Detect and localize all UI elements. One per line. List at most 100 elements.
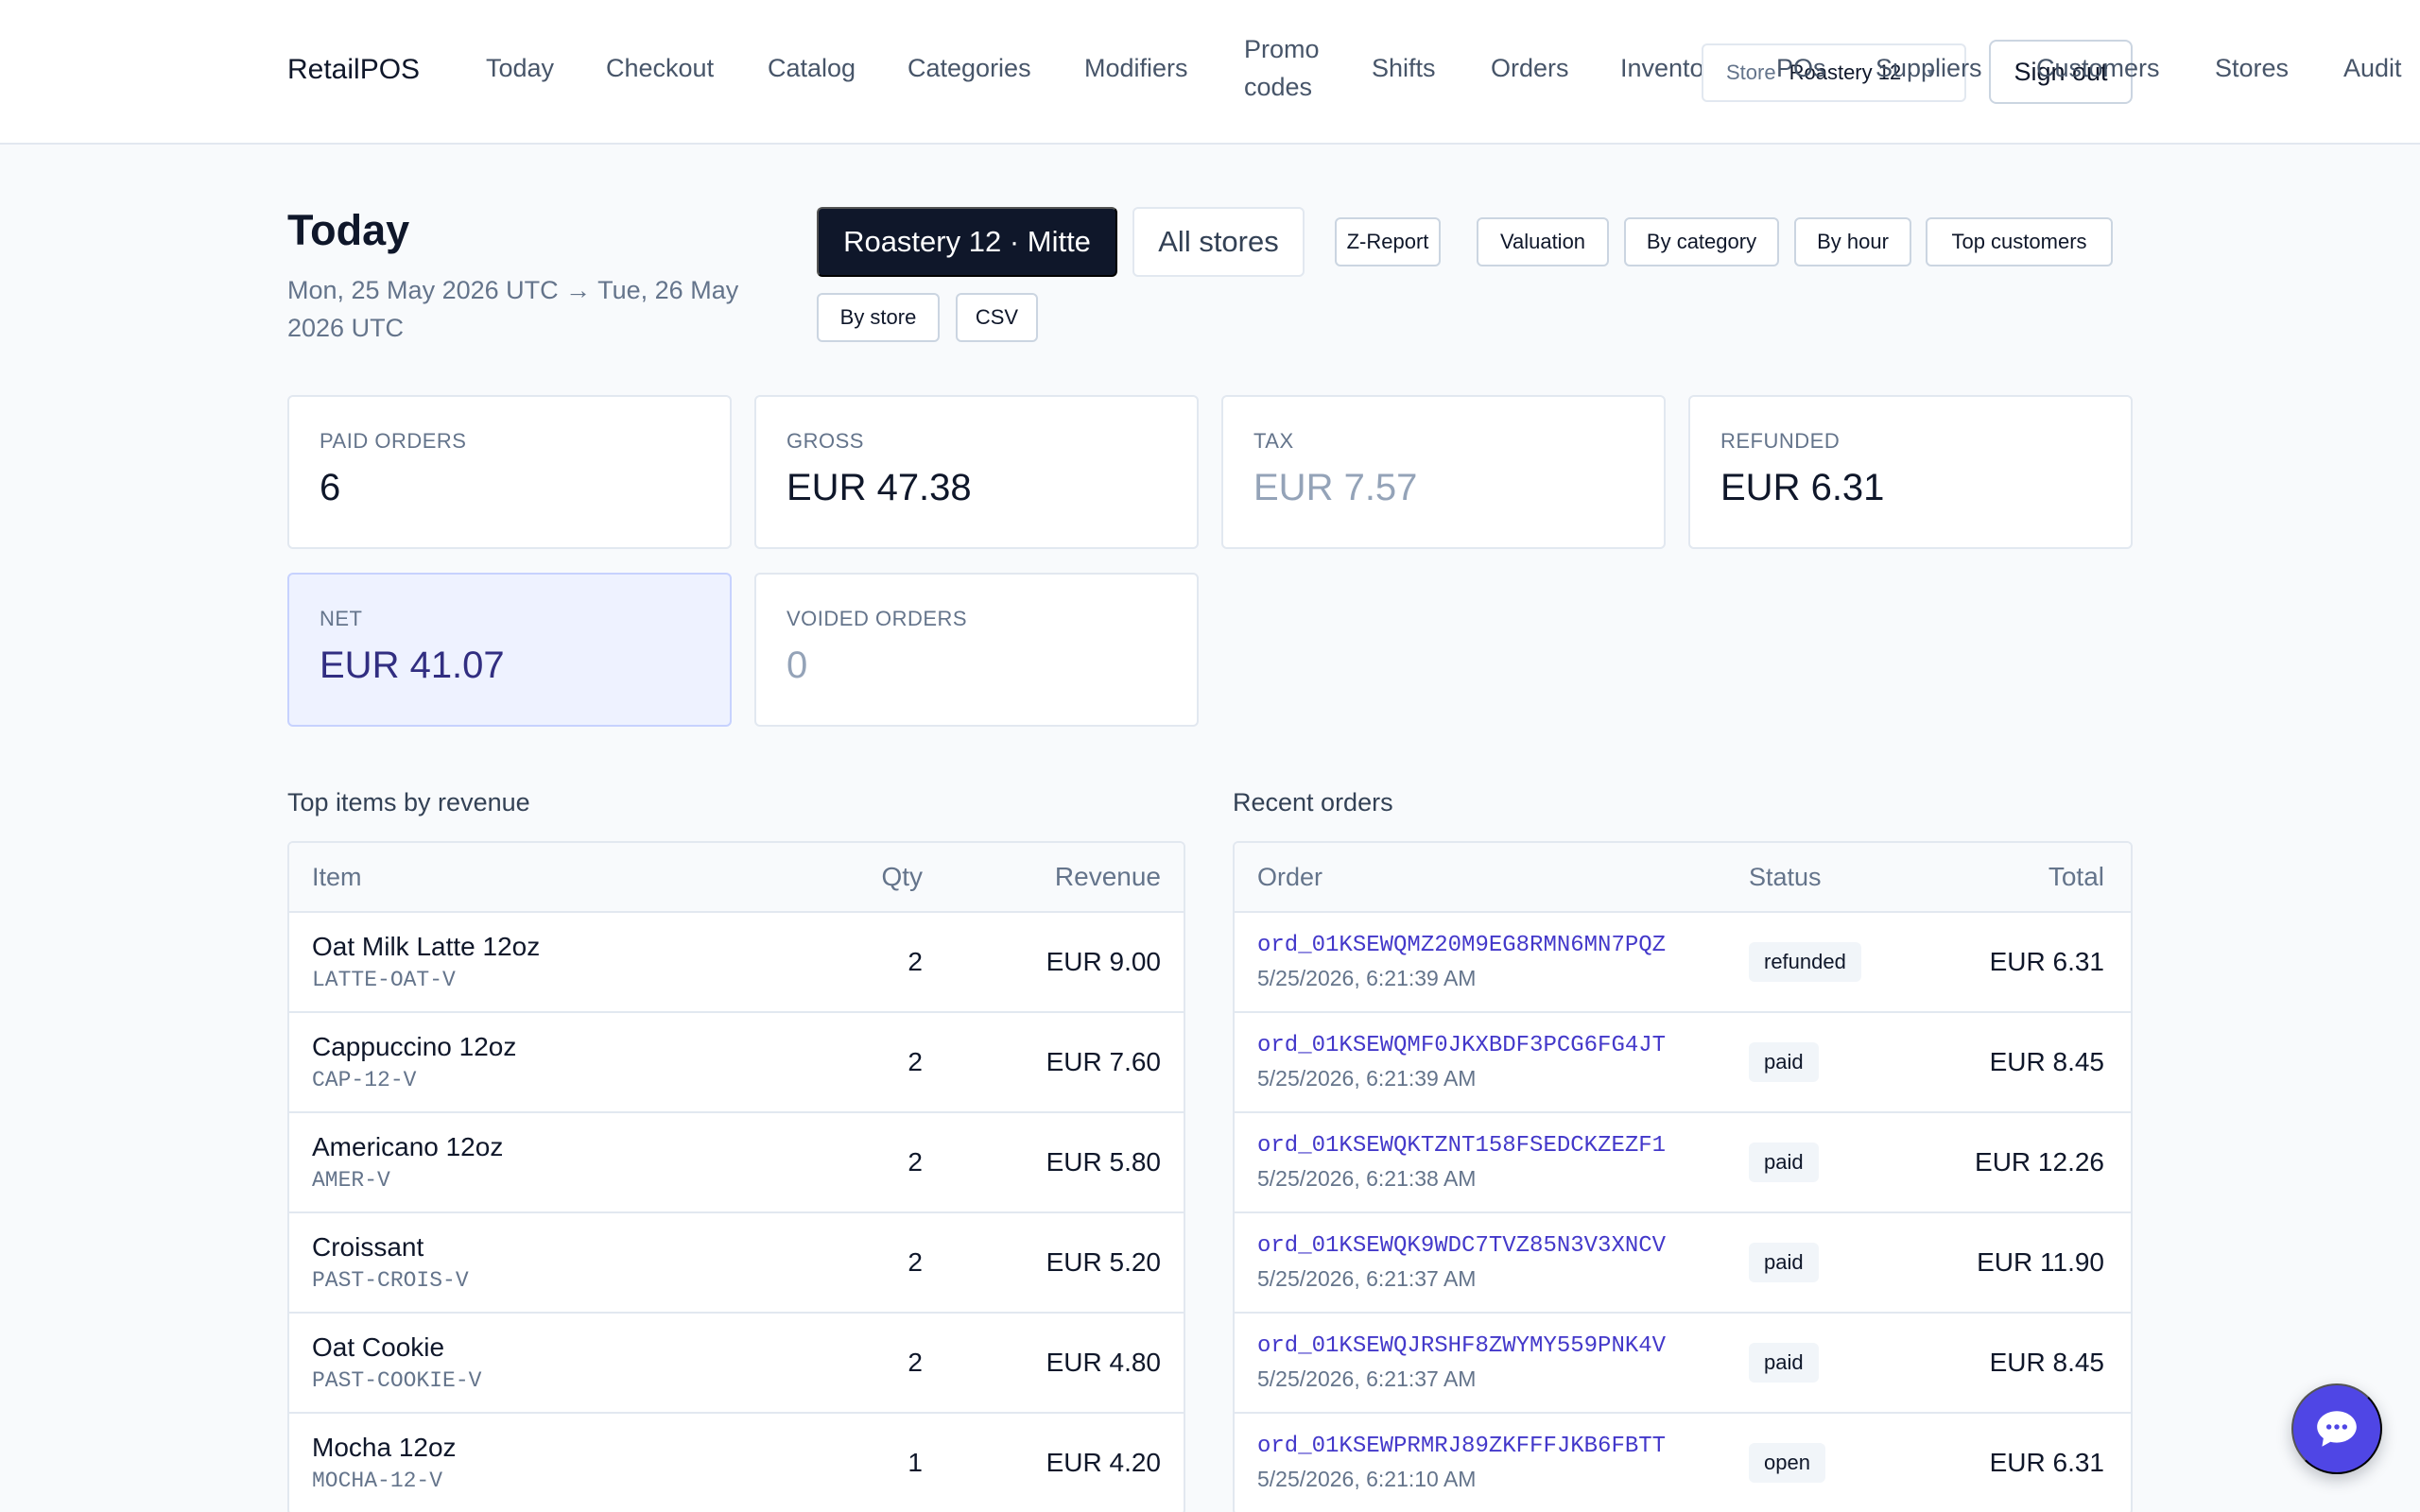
nav-today[interactable]: Today [486, 49, 554, 87]
order-total: EUR 11.90 [1977, 1247, 2104, 1277]
item-qty: 2 [908, 947, 923, 976]
table-row: ord_01KSEWPRMRJ89ZKFFFJKB6FBTT 5/25/2026,… [1235, 1414, 2131, 1512]
order-id-link[interactable]: ord_01KSEWPRMRJ89ZKFFFJKB6FBTT [1257, 1434, 1666, 1459]
item-sku: PAST-CROIS-V [312, 1268, 469, 1293]
kpi-label: VOIDED ORDERS [786, 607, 968, 630]
column-header-qty: Qty [881, 862, 923, 891]
status-cell: refunded [1749, 942, 1881, 982]
item-qty: 2 [908, 1348, 923, 1377]
valuation-button[interactable]: Valuation [1477, 217, 1609, 266]
order-cell: ord_01KSEWPRMRJ89ZKFFFJKB6FBTT 5/25/2026,… [1235, 1434, 1749, 1492]
nav-pos[interactable]: POs [1776, 49, 1826, 87]
top-items-title: Top items by revenue [287, 788, 530, 816]
kpi-label: NET [320, 607, 363, 630]
order-total: EUR 8.45 [1989, 1047, 2104, 1076]
nav-promo-codes[interactable]: Promo codes [1244, 30, 1339, 106]
top-customers-button[interactable]: Top customers [1926, 217, 2113, 266]
kpi-tax: TAX EUR 7.57 [1221, 395, 1666, 549]
order-cell: ord_01KSEWQJRSHF8ZWYMY559PNK4V 5/25/2026,… [1235, 1333, 1749, 1392]
chat-button[interactable] [2291, 1383, 2382, 1474]
table-row: Oat Milk Latte 12oz LATTE-OAT-V 2 EUR 9.00 [289, 913, 1184, 1013]
item-qty: 2 [908, 1247, 923, 1277]
kpi-net: NET EUR 41.07 [287, 573, 732, 727]
status-badge: refunded [1749, 942, 1861, 982]
page-title: Today [287, 206, 410, 254]
brand-logo[interactable]: RetailPOS [287, 54, 420, 86]
nav-modifiers[interactable]: Modifiers [1084, 49, 1188, 87]
nav-catalog[interactable]: Catalog [768, 49, 856, 87]
nav-checkout[interactable]: Checkout [606, 49, 714, 87]
item-revenue: EUR 4.20 [1046, 1448, 1161, 1477]
order-total: EUR 6.31 [1989, 1448, 2104, 1477]
order-timestamp: 5/25/2026, 6:21:37 AM [1257, 1366, 1477, 1391]
item-qty: 2 [908, 1047, 923, 1076]
order-id-link[interactable]: ord_01KSEWQJRSHF8ZWYMY559PNK4V [1257, 1333, 1666, 1359]
order-cell: ord_01KSEWQK9WDC7TVZ85N3V3XNCV 5/25/2026,… [1235, 1233, 1749, 1292]
item-sku: LATTE-OAT-V [312, 968, 456, 992]
item-cell: Oat Milk Latte 12oz LATTE-OAT-V [289, 932, 828, 992]
item-name: Cappuccino 12oz [312, 1032, 517, 1061]
kpi-value: EUR 47.38 [786, 467, 972, 508]
nav-orders[interactable]: Orders [1491, 49, 1569, 87]
item-sku: MOCHA-12-V [312, 1469, 443, 1493]
item-cell: Americano 12oz AMER-V [289, 1132, 828, 1193]
column-header-revenue: Revenue [1054, 862, 1161, 891]
table-row: ord_01KSEWQKTZNT158FSEDCKZEZF1 5/25/2026,… [1235, 1113, 2131, 1213]
nav-shifts[interactable]: Shifts [1372, 49, 1436, 87]
order-cell: ord_01KSEWQMF0JKXBDF3PCG6FG4JT 5/25/2026,… [1235, 1033, 1749, 1091]
kpi-value: EUR 6.31 [1720, 467, 1885, 508]
item-revenue: EUR 7.60 [1046, 1047, 1161, 1076]
table-header: Order Status Total [1235, 843, 2131, 913]
by-hour-button[interactable]: By hour [1794, 217, 1911, 266]
order-total: EUR 8.45 [1989, 1348, 2104, 1377]
nav-audit[interactable]: Audit [2343, 49, 2402, 87]
item-sku: PAST-COOKIE-V [312, 1368, 482, 1393]
order-cell: ord_01KSEWQMZ20M9EG8RMN6MN7PQZ 5/25/2026,… [1235, 933, 1749, 991]
csv-export-button[interactable]: CSV [956, 293, 1038, 342]
kpi-value: EUR 7.57 [1253, 467, 1418, 508]
table-row: ord_01KSEWQK9WDC7TVZ85N3V3XNCV 5/25/2026,… [1235, 1213, 2131, 1314]
nav-categories[interactable]: Categories [908, 49, 1031, 87]
store-toggle-all-stores[interactable]: All stores [1132, 207, 1305, 277]
nav-suppliers[interactable]: Suppliers [1876, 49, 1982, 87]
status-cell: paid [1749, 1243, 1881, 1282]
status-badge: paid [1749, 1343, 1819, 1383]
order-id-link[interactable]: ord_01KSEWQKTZNT158FSEDCKZEZF1 [1257, 1133, 1666, 1159]
item-name: Oat Milk Latte 12oz [312, 932, 541, 961]
status-badge: paid [1749, 1042, 1819, 1082]
by-store-button[interactable]: By store [817, 293, 940, 342]
item-name: Oat Cookie [312, 1332, 445, 1362]
status-cell: open [1749, 1443, 1881, 1483]
order-id-link[interactable]: ord_01KSEWQK9WDC7TVZ85N3V3XNCV [1257, 1233, 1666, 1259]
by-category-button[interactable]: By category [1624, 217, 1779, 266]
status-cell: paid [1749, 1143, 1881, 1182]
column-header-total: Total [2048, 862, 2104, 891]
item-name: Croissant [312, 1232, 424, 1262]
kpi-value: EUR 41.07 [320, 644, 505, 686]
kpi-label: PAID ORDERS [320, 429, 467, 453]
table-row: ord_01KSEWQMZ20M9EG8RMN6MN7PQZ 5/25/2026,… [1235, 913, 2131, 1013]
item-name: Mocha 12oz [312, 1433, 457, 1462]
z-report-button[interactable]: Z-Report [1335, 217, 1441, 266]
nav-customers[interactable]: Customers [2036, 49, 2160, 87]
order-total: EUR 12.26 [1975, 1147, 2104, 1177]
item-qty: 2 [908, 1147, 923, 1177]
store-selector-label: Store [1726, 60, 1776, 84]
table-row: Croissant PAST-CROIS-V 2 EUR 5.20 [289, 1213, 1184, 1314]
kpi-label: TAX [1253, 429, 1294, 453]
table-header: Item Qty Revenue [289, 843, 1184, 913]
top-navigation-bar: RetailPOS Today Checkout Catalog Categor… [0, 0, 2420, 145]
item-cell: Cappuccino 12oz CAP-12-V [289, 1032, 828, 1092]
order-id-link[interactable]: ord_01KSEWQMF0JKXBDF3PCG6FG4JT [1257, 1033, 1666, 1058]
kpi-gross: GROSS EUR 47.38 [754, 395, 1199, 549]
order-id-link[interactable]: ord_01KSEWQMZ20M9EG8RMN6MN7PQZ [1257, 933, 1666, 958]
table-row: Oat Cookie PAST-COOKIE-V 2 EUR 4.80 [289, 1314, 1184, 1414]
store-toggle-current[interactable]: Roastery 12 · Mitte [817, 207, 1117, 277]
status-cell: paid [1749, 1343, 1881, 1383]
table-row: ord_01KSEWQMF0JKXBDF3PCG6FG4JT 5/25/2026,… [1235, 1013, 2131, 1113]
top-items-table: Item Qty Revenue Oat Milk Latte 12oz LATT… [287, 841, 1185, 1512]
nav-stores[interactable]: Stores [2215, 49, 2289, 87]
item-revenue: EUR 4.80 [1046, 1348, 1161, 1377]
item-qty: 1 [908, 1448, 923, 1477]
order-timestamp: 5/25/2026, 6:21:38 AM [1257, 1166, 1477, 1191]
